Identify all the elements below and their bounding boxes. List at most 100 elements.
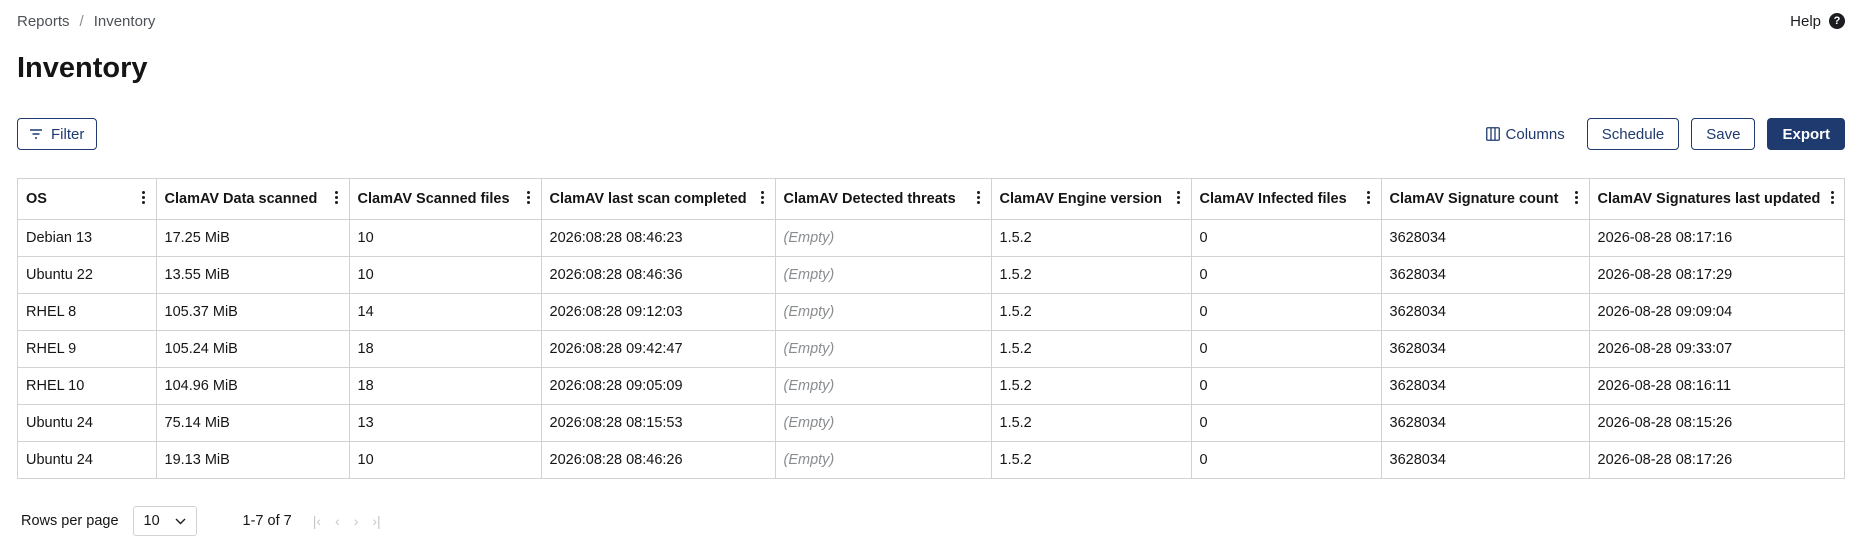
- question-circle-icon: ?: [1829, 13, 1845, 29]
- table-body: Debian 13 17.25 MiB 10 2026:08:28 08:46:23(…: [18, 219, 1844, 478]
- column-header-data-scanned[interactable]: ClamAV Data scanned: [156, 179, 350, 220]
- columns-button-label: Columns: [1505, 125, 1565, 143]
- table-cell: Ubuntu 22: [18, 256, 157, 294]
- column-header-engine-version[interactable]: ClamAV Engine version: [991, 179, 1192, 220]
- table-cell: 2026:08:28 08:46:23: [541, 219, 776, 257]
- schedule-button[interactable]: Schedule: [1586, 118, 1680, 150]
- table-cell: 1.5.2: [991, 256, 1192, 294]
- column-header-label: ClamAV Signatures last updated: [1597, 191, 1821, 207]
- kebab-menu-icon[interactable]: [335, 190, 339, 205]
- next-page-icon[interactable]: ›: [354, 513, 359, 529]
- table-cell: 2026-08-28 09:09:04: [1589, 293, 1844, 331]
- table-row: Ubuntu 24 19.13 MiB 10 2026:08:28 08:46:26(…: [18, 441, 1844, 478]
- kebab-menu-icon[interactable]: [977, 190, 981, 205]
- table-row: Debian 13 17.25 MiB 10 2026:08:28 08:46:23(…: [18, 219, 1844, 257]
- kebab-menu-icon[interactable]: [142, 190, 146, 205]
- table-cell: 2026-08-28 08:17:29: [1589, 256, 1844, 294]
- table-cell: 1.5.2: [991, 293, 1192, 331]
- table-row: RHEL 9 105.24 MiB 18 2026:08:28 09:42:47 (Em…: [18, 330, 1844, 368]
- columns-button[interactable]: Columns: [1475, 118, 1575, 150]
- table-cell: 18: [349, 367, 542, 405]
- table-row: Ubuntu 24 75.14 MiB 13 2026:08:28 08:15:53(…: [18, 404, 1844, 442]
- table-cell: (Empty): [775, 293, 992, 331]
- column-header-infected-files[interactable]: ClamAV Infected files: [1191, 179, 1382, 220]
- column-header-detected-threats[interactable]: ClamAV Detected threats: [775, 179, 992, 220]
- last-page-icon[interactable]: ›|: [372, 513, 380, 529]
- column-header-os[interactable]: OS: [18, 179, 157, 220]
- table-cell: 75.14 MiB: [156, 404, 350, 442]
- table-cell: 3628034: [1381, 293, 1590, 331]
- table-cell: 0: [1191, 441, 1382, 478]
- table-cell: 1.5.2: [991, 441, 1192, 478]
- kebab-menu-icon[interactable]: [527, 190, 531, 205]
- filter-button[interactable]: Filter: [17, 118, 98, 150]
- rows-per-page-select[interactable]: 10: [132, 506, 197, 536]
- table-cell: 10: [349, 441, 542, 478]
- table-cell: 10: [349, 219, 542, 257]
- table-row: RHEL 10 104.96 MiB 18 2026:08:28 09:05:09 (E…: [18, 367, 1844, 405]
- table-cell: 2026:08:28 09:12:03: [541, 293, 776, 331]
- top-bar: Reports / Inventory Help ?: [17, 10, 1845, 32]
- table-cell: 2026:08:28 08:15:53: [541, 404, 776, 442]
- table-cell: 13: [349, 404, 542, 442]
- table-cell: 0: [1191, 404, 1382, 442]
- table-cell: Ubuntu 24: [18, 404, 157, 442]
- chevron-down-icon: [175, 513, 186, 529]
- table-cell: 3628034: [1381, 256, 1590, 294]
- table-cell: (Empty): [775, 404, 992, 442]
- column-header-signatures-last-updated[interactable]: ClamAV Signatures last updated: [1589, 179, 1844, 220]
- column-header-label: ClamAV Infected files: [1199, 191, 1347, 207]
- table-cell: 2026-08-28 08:17:16: [1589, 219, 1844, 257]
- help-label: Help: [1790, 12, 1821, 30]
- table-row: Ubuntu 22 13.55 MiB 10 2026:08:28 08:46:36(…: [18, 256, 1844, 294]
- table-cell: (Empty): [775, 367, 992, 405]
- column-header-signature-count[interactable]: ClamAV Signature count: [1381, 179, 1590, 220]
- rows-per-page-value: 10: [143, 513, 160, 529]
- table-cell: 3628034: [1381, 330, 1590, 368]
- table-cell: 105.24 MiB: [156, 330, 350, 368]
- kebab-menu-icon[interactable]: [761, 190, 765, 205]
- breadcrumb-separator: /: [79, 12, 84, 30]
- table-cell: 0: [1191, 293, 1382, 331]
- kebab-menu-icon[interactable]: [1575, 190, 1579, 205]
- help-button[interactable]: Help ?: [1790, 13, 1845, 30]
- table-cell: 2026-08-28 08:16:11: [1589, 367, 1844, 405]
- kebab-menu-icon[interactable]: [1830, 190, 1834, 205]
- column-header-scanned-files[interactable]: ClamAV Scanned files: [349, 179, 542, 220]
- table-cell: (Empty): [775, 256, 992, 294]
- column-header-last-scan-completed[interactable]: ClamAV last scan completed: [541, 179, 776, 220]
- table-cell: 10: [349, 256, 542, 294]
- save-button[interactable]: Save: [1691, 118, 1756, 150]
- table-cell: (Empty): [775, 219, 992, 257]
- kebab-menu-icon[interactable]: [1177, 190, 1181, 205]
- column-header-label: OS: [26, 191, 47, 207]
- filter-icon: [30, 129, 42, 139]
- table-cell: 1.5.2: [991, 219, 1192, 257]
- table-cell: 2026:08:28 09:05:09: [541, 367, 776, 405]
- first-page-icon[interactable]: |‹: [313, 513, 321, 529]
- previous-page-icon[interactable]: ‹: [335, 513, 340, 529]
- toolbar-actions: Columns Schedule Save Export: [1464, 118, 1845, 150]
- table-cell: 1.5.2: [991, 404, 1192, 442]
- table-cell: 2026:08:28 08:46:26: [541, 441, 776, 478]
- breadcrumb-reports-link[interactable]: Reports: [17, 13, 70, 30]
- table-cell: 3628034: [1381, 219, 1590, 257]
- inventory-table: OS ClamAV Data scanned ClamAV Scanned fi…: [17, 178, 1845, 479]
- column-header-label: ClamAV Data scanned: [164, 191, 318, 207]
- kebab-menu-icon[interactable]: [1367, 190, 1371, 205]
- table-cell: Ubuntu 24: [18, 441, 157, 478]
- table-header-row: OS ClamAV Data scanned ClamAV Scanned fi…: [18, 179, 1844, 220]
- table-cell: (Empty): [775, 441, 992, 478]
- column-header-label: ClamAV Engine version: [999, 191, 1163, 207]
- table-cell: 3628034: [1381, 367, 1590, 405]
- table-cell: 14: [349, 293, 542, 331]
- table-cell: 2026-08-28 08:15:26: [1589, 404, 1844, 442]
- table-cell: RHEL 8: [18, 293, 157, 331]
- table-cell: 18: [349, 330, 542, 368]
- table-cell: 13.55 MiB: [156, 256, 350, 294]
- export-button[interactable]: Export: [1767, 118, 1845, 150]
- table-cell: 2026:08:28 09:42:47: [541, 330, 776, 368]
- columns-icon: [1485, 127, 1500, 141]
- pagination-range: 1-7 of 7: [242, 513, 292, 529]
- table-cell: 1.5.2: [991, 367, 1192, 405]
